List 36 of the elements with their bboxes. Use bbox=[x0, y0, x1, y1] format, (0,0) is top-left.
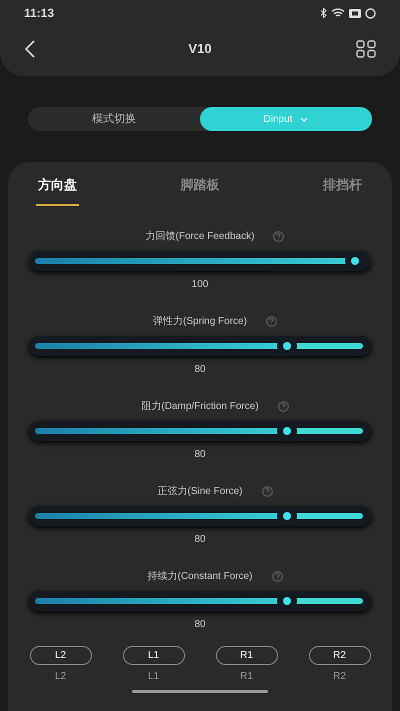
battery-icon bbox=[349, 8, 361, 18]
key-button[interactable]: L1 bbox=[122, 646, 184, 665]
key-caption: L2 bbox=[54, 670, 66, 684]
key-button[interactable]: R1 bbox=[216, 646, 278, 665]
help-icon[interactable] bbox=[272, 571, 283, 582]
slider-value: 80 bbox=[194, 448, 206, 462]
tab[interactable]: 方向盘 bbox=[36, 175, 146, 207]
help-icon[interactable] bbox=[278, 401, 289, 412]
chevron-down-icon bbox=[300, 116, 308, 122]
mode-switch-label: 模式切换 bbox=[91, 112, 137, 127]
slider-value: 80 bbox=[194, 363, 206, 377]
slider-value: 80 bbox=[194, 618, 206, 632]
key-button[interactable]: R2 bbox=[308, 646, 370, 665]
slider-label: 阻力(Damp/Friction Force) bbox=[141, 400, 259, 414]
slider-label: 正弦力(Sine Force) bbox=[157, 484, 242, 499]
back-icon bbox=[24, 40, 36, 58]
tab[interactable]: 脚踏板 bbox=[145, 175, 255, 207]
key-caption: R2 bbox=[333, 670, 346, 684]
slider-value: 100 bbox=[192, 278, 208, 292]
slider-label: 力回馈(Force Feedback) bbox=[146, 230, 254, 244]
circle-icon bbox=[365, 8, 376, 18]
slider-label: 弹性力(Spring Force) bbox=[153, 314, 247, 329]
help-icon[interactable] bbox=[273, 231, 284, 242]
tab[interactable]: 排挡杆 bbox=[254, 175, 364, 207]
help-icon[interactable] bbox=[262, 486, 272, 497]
grid-icon bbox=[356, 40, 376, 58]
key-caption: L1 bbox=[148, 670, 160, 684]
slider-value: 80 bbox=[194, 533, 206, 547]
wifi-icon bbox=[331, 8, 345, 18]
page-title: V10 bbox=[188, 40, 212, 58]
status-time: 11:13 bbox=[24, 5, 54, 22]
bluetooth-icon bbox=[321, 8, 327, 18]
key-button[interactable]: L2 bbox=[30, 646, 92, 665]
help-icon[interactable] bbox=[266, 316, 277, 327]
slider-label: 持续力(Constant Force) bbox=[147, 570, 253, 584]
key-caption: R1 bbox=[240, 670, 253, 684]
